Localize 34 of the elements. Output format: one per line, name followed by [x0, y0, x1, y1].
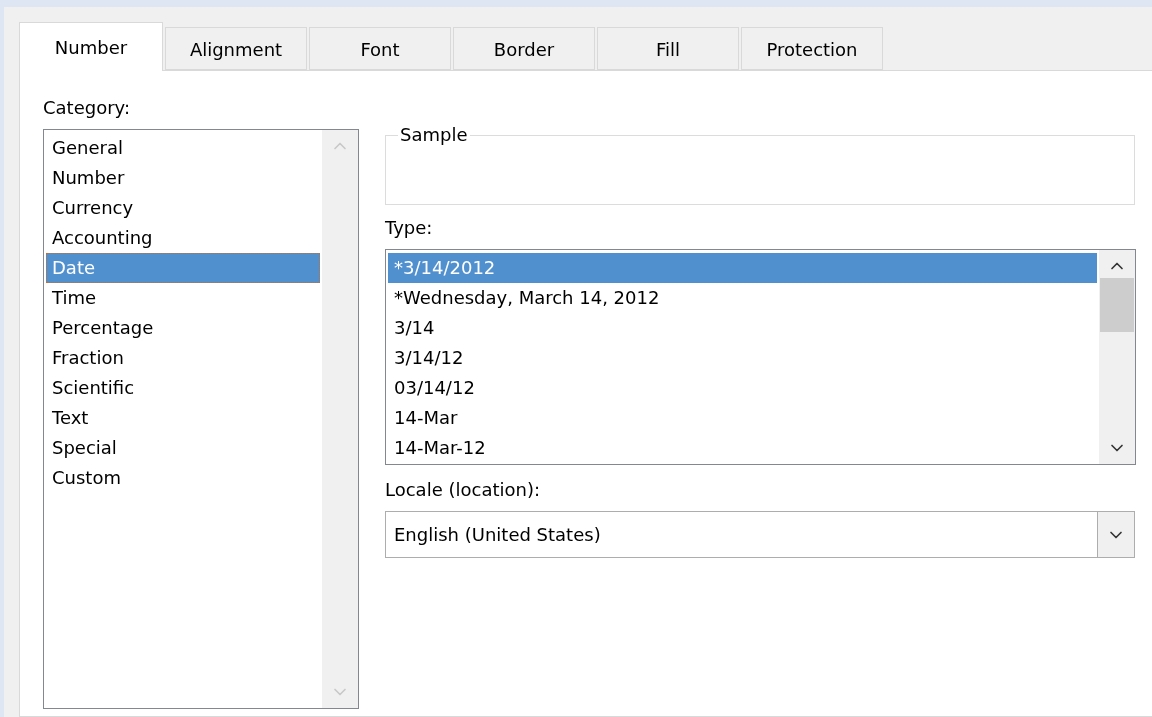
tab[interactable]: Protection	[741, 27, 883, 70]
locale-label: Locale (location):	[385, 478, 541, 502]
category-item[interactable]: Scientific	[46, 373, 320, 403]
sample-label: Sample	[399, 125, 469, 145]
tab[interactable]: Number	[19, 22, 163, 71]
tab[interactable]: Fill	[597, 27, 739, 70]
category-item[interactable]: Number	[46, 163, 320, 193]
type-item[interactable]: *Wednesday, March 14, 2012	[388, 283, 1097, 313]
category-label: Category:	[43, 96, 131, 120]
category-item[interactable]: Special	[46, 433, 320, 463]
category-item[interactable]: Text	[46, 403, 320, 433]
category-item[interactable]: General	[46, 133, 320, 163]
category-item[interactable]: Time	[46, 283, 320, 313]
tab[interactable]: Border	[453, 27, 595, 70]
category-item[interactable]: Accounting	[46, 223, 320, 253]
category-item[interactable]: Fraction	[46, 343, 320, 373]
type-item[interactable]: 14-Mar-12	[388, 433, 1097, 463]
type-list[interactable]: *3/14/2012 *Wednesday, March 14, 2012 3/14 3/14/12 03/14/12 14-Mar 14-Mar-12	[385, 249, 1136, 465]
locale-value: English (United States)	[393, 523, 602, 547]
category-item[interactable]: Percentage	[46, 313, 320, 343]
tab[interactable]: Font	[309, 27, 451, 70]
category-item[interactable]: Currency	[46, 193, 320, 223]
type-item[interactable]: 3/14	[388, 313, 1097, 343]
scrollbar[interactable]	[1099, 250, 1135, 464]
locale-dropdown[interactable]: English (United States)	[385, 511, 1135, 558]
dropdown-button[interactable]	[1097, 512, 1134, 557]
tab[interactable]: Alignment	[165, 27, 307, 70]
type-label: Type:	[385, 216, 434, 240]
category-item[interactable]: Custom	[46, 463, 320, 493]
type-item[interactable]: 03/14/12	[388, 373, 1097, 403]
type-item[interactable]: 3/14/12	[388, 343, 1097, 373]
scroll-thumb[interactable]	[1100, 278, 1134, 332]
category-list[interactable]: General Number Currency Accounting Date Time Percentage Fraction Scientific Text Special Custom	[43, 129, 359, 709]
type-item[interactable]: 14-Mar	[388, 403, 1097, 433]
